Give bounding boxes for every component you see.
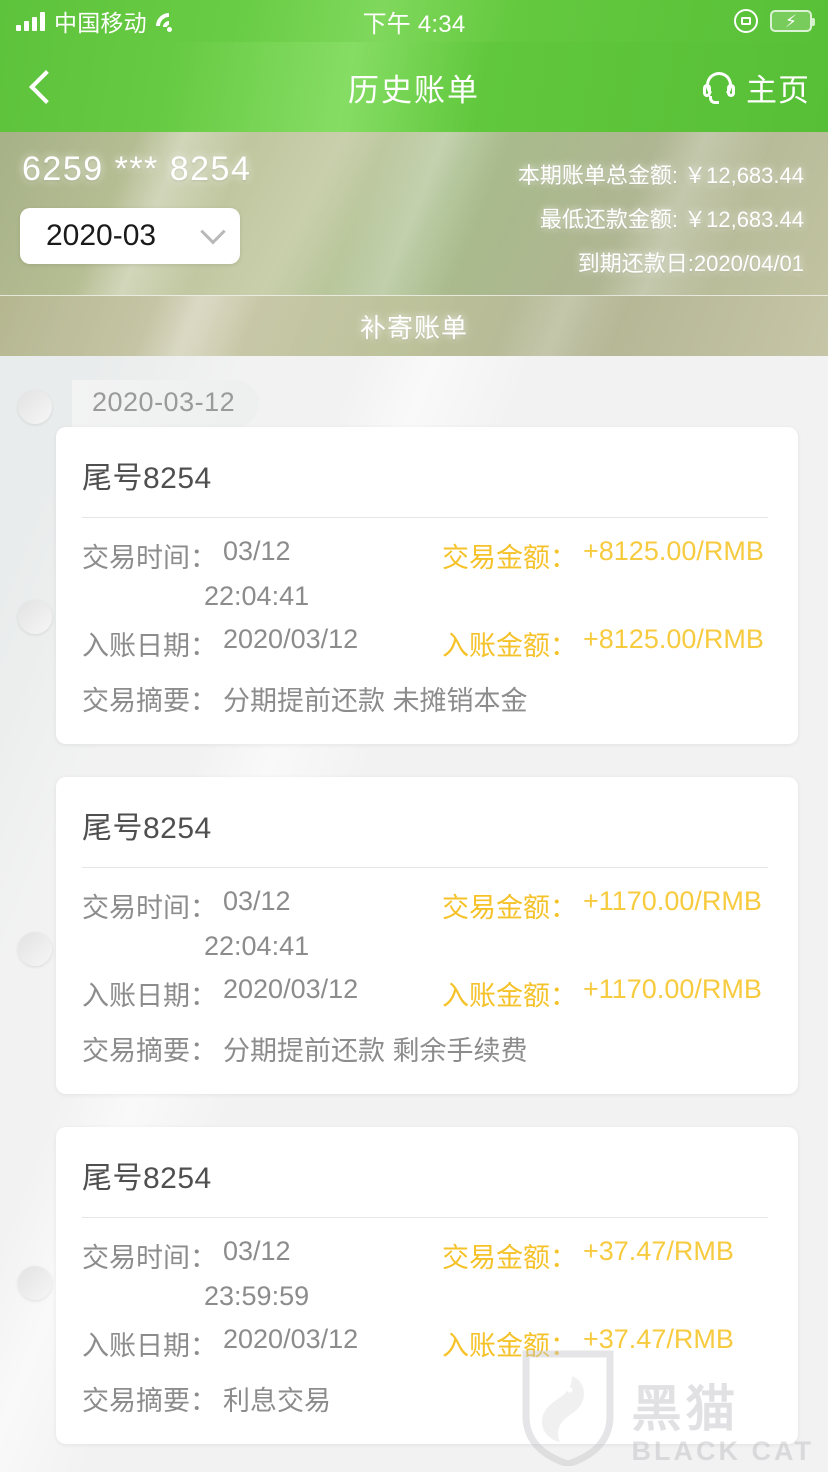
post-amount-label: 入账金额： [442,981,577,1011]
transaction-summary-row: 交易摘要： 分期提前还款 未摊销本金 [82,665,768,720]
post-date-label: 入账日期： [82,1331,217,1361]
table-row[interactable]: 尾号8254 交易时间： 03/12 交易金额： +1170.00/RMB 22… [56,777,798,1094]
card-tail-label: 尾号8254 [82,1162,212,1195]
status-bar-left: 中国移动 [16,4,182,38]
txn-clock-value: 23:59:59 [204,1281,310,1311]
txn-amount-label: 交易金额： [442,1243,577,1273]
transaction-clock-row: 22:04:41 [82,577,768,614]
divider [82,1217,768,1218]
masked-card-number: 6259 *** 8254 [22,150,252,188]
txn-summary-label: 交易摘要： [82,1036,217,1066]
month-select-value: 2020-03 [46,219,157,252]
posting-date-row: 入账日期： 2020/03/12 入账金额： +37.47/RMB [82,1314,768,1365]
due-date: 到期还款日:2020/04/01 [577,251,804,276]
post-date-value: 2020/03/12 [223,974,359,1004]
txn-time-label: 交易时间： [82,893,217,923]
txn-amount-value: +1170.00/RMB [583,886,762,916]
txn-summary-value: 利息交易 [223,1386,331,1416]
table-row[interactable]: 尾号8254 交易时间： 03/12 交易金额： +8125.00/RMB 22… [56,427,798,744]
txn-amount-value: +37.47/RMB [583,1236,734,1266]
date-group-header: 2020-03-12 [72,380,260,427]
card-tail-label: 尾号8254 [82,812,212,845]
post-amount-value: +8125.00/RMB [583,624,764,654]
chevron-down-icon [200,219,226,245]
transaction-clock-row: 23:59:59 [82,1277,768,1314]
timeline-dot [18,390,52,424]
post-amount-value: +37.47/RMB [583,1324,734,1354]
post-date-value: 2020/03/12 [223,1324,359,1354]
home-button-label: 主页 [746,72,810,108]
txn-date-value: 03/12 [223,536,291,566]
post-date-value: 2020/03/12 [223,624,359,654]
table-row[interactable]: 尾号8254 交易时间： 03/12 交易金额： +37.47/RMB 23:5… [56,1127,798,1444]
bill-summary-panel: 6259 *** 8254 2020-03 本期账单总金额: ￥12,683.4… [0,132,828,295]
txn-summary-value: 分期提前还款 剩余手续费 [223,1036,528,1066]
post-amount-label: 入账金额： [442,1331,577,1361]
status-bar-right: ⚡ [734,9,815,33]
total-bill-amount: 本期账单总金额: ￥12,683.44 [517,163,804,188]
app-screen: 中国移动 下午 4:34 ⚡ 历史账单 主页 6259 *** 8254 202… [0,0,828,1472]
rotation-lock-icon [734,9,758,33]
nav-bar: 历史账单 主页 [0,42,828,132]
home-button[interactable]: 主页 [702,65,828,110]
post-amount-label: 入账金额： [442,631,577,661]
txn-amount-label: 交易金额： [442,893,577,923]
timeline-dot [18,1266,52,1300]
timeline-dot [18,932,52,966]
back-button[interactable] [0,42,86,132]
txn-time-label: 交易时间： [82,1243,217,1273]
txn-summary-label: 交易摘要： [82,1386,217,1416]
divider [82,867,768,868]
wifi-icon [156,12,182,32]
txn-summary-label: 交易摘要： [82,686,217,716]
minimum-payment-amount: 最低还款金额: ￥12,683.44 [539,207,804,232]
card-tail-label: 尾号8254 [82,462,212,495]
post-amount-value: +1170.00/RMB [583,974,762,1004]
post-date-label: 入账日期： [82,631,217,661]
txn-date-value: 03/12 [223,886,291,916]
month-select[interactable]: 2020-03 [20,208,240,264]
transaction-time-row: 交易时间： 03/12 交易金额： +8125.00/RMB [82,526,768,577]
signal-bars-icon [16,11,45,31]
timeline-dot [18,600,52,634]
chevron-left-icon [29,70,63,104]
transaction-time-row: 交易时间： 03/12 交易金额： +37.47/RMB [82,1226,768,1277]
divider [82,517,768,518]
posting-date-row: 入账日期： 2020/03/12 入账金额： +8125.00/RMB [82,614,768,665]
transaction-clock-row: 22:04:41 [82,927,768,964]
carrier-label: 中国移动 [54,10,147,36]
bill-summary-figures: 本期账单总金额: ￥12,683.44 最低还款金额: ￥12,683.44 到… [518,154,804,286]
battery-bolt-glyph: ⚡ [785,12,797,31]
resend-bill-button[interactable]: 补寄账单 [0,295,828,356]
transaction-summary-row: 交易摘要： 分期提前还款 剩余手续费 [82,1015,768,1070]
txn-amount-value: +8125.00/RMB [583,536,764,566]
headset-icon [702,72,736,104]
transaction-time-row: 交易时间： 03/12 交易金额： +1170.00/RMB [82,876,768,927]
txn-summary-value: 分期提前还款 未摊销本金 [223,686,528,716]
txn-time-label: 交易时间： [82,543,217,573]
resend-bill-label: 补寄账单 [359,312,468,343]
battery-charging-icon: ⚡ [770,10,815,32]
txn-amount-label: 交易金额： [442,543,577,573]
posting-date-row: 入账日期： 2020/03/12 入账金额： +1170.00/RMB [82,964,768,1015]
status-bar: 中国移动 下午 4:34 ⚡ [0,0,828,42]
txn-date-value: 03/12 [223,1236,291,1266]
post-date-label: 入账日期： [82,981,217,1011]
txn-clock-value: 22:04:41 [204,931,310,961]
txn-clock-value: 22:04:41 [204,581,310,611]
transaction-list[interactable]: 2020-03-12 尾号8254 交易时间： 03/12 交易金额： +812… [0,356,828,1472]
transaction-summary-row: 交易摘要： 利息交易 [82,1365,768,1420]
